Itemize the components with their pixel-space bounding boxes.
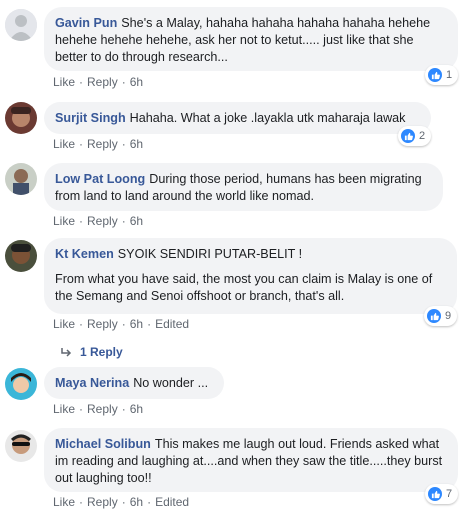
timestamp[interactable]: 6h [130, 495, 143, 509]
user-photo [5, 430, 37, 462]
reaction-number: 1 [446, 69, 453, 81]
comment-author[interactable]: Surjit Singh [55, 111, 126, 125]
reply-arrow-icon [61, 347, 72, 357]
comment-actions: Like · Reply · 6h [53, 75, 144, 89]
avatar[interactable] [5, 240, 37, 272]
edited-label[interactable]: Edited [155, 495, 189, 509]
reply-link[interactable]: Reply [87, 317, 118, 331]
comment-actions: Like · Reply · 6h [53, 402, 144, 416]
comment-actions: Like · Reply · 6h · Edited [53, 495, 190, 509]
user-photo [5, 102, 37, 134]
timestamp[interactable]: 6h [130, 317, 143, 331]
user-photo [5, 163, 37, 195]
view-replies-link[interactable]: 1 Reply [60, 345, 123, 359]
comment-bubble: Surjit Singh Hahaha. What a joke .layakla… [44, 102, 431, 134]
like-link[interactable]: Like [53, 137, 75, 151]
comment-actions: Like · Reply · 6h · Edited [53, 317, 190, 331]
comment-author[interactable]: Low Pat Loong [55, 172, 145, 186]
comment-author[interactable]: Kt Kemen [55, 247, 114, 261]
replies-count: 1 Reply [80, 345, 123, 359]
reply-link[interactable]: Reply [87, 75, 118, 89]
user-photo [5, 240, 37, 272]
comment-bubble: Low Pat Loong During those period, humans… [44, 163, 443, 211]
timestamp[interactable]: 6h [130, 75, 143, 89]
reply-link[interactable]: Reply [87, 137, 118, 151]
thumbs-up-icon [428, 487, 442, 501]
like-link[interactable]: Like [53, 402, 75, 416]
reaction-count[interactable]: 2 [398, 126, 432, 146]
avatar[interactable] [5, 9, 37, 41]
comment-text-paragraph: From what you have said, the most you ca… [55, 272, 433, 303]
avatar[interactable] [5, 368, 37, 400]
comment-bubble: Gavin Pun She's a Malay, hahaha hahaha ha… [44, 7, 458, 71]
comment-bubble: Maya Nerina No wonder ... [44, 367, 224, 399]
comment-actions: Like · Reply · 6h [53, 214, 144, 228]
like-link[interactable]: Like [53, 75, 75, 89]
comment-text: No wonder ... [133, 376, 209, 390]
comment-bubble: Michael Solibun This makes me laugh out l… [44, 428, 458, 492]
comment-author[interactable]: Gavin Pun [55, 16, 117, 30]
comment-actions: Like · Reply · 6h [53, 137, 144, 151]
user-photo [5, 368, 37, 400]
avatar[interactable] [5, 163, 37, 195]
comment-text: Hahaha. What a joke .layakla utk maharaj… [129, 111, 406, 125]
reaction-count[interactable]: 7 [425, 484, 459, 504]
avatar[interactable] [5, 430, 37, 462]
like-link[interactable]: Like [53, 214, 75, 228]
default-avatar-icon [5, 9, 37, 41]
like-link[interactable]: Like [53, 317, 75, 331]
timestamp[interactable]: 6h [130, 214, 143, 228]
like-link[interactable]: Like [53, 495, 75, 509]
reaction-number: 2 [419, 130, 426, 142]
thumbs-up-icon [401, 129, 415, 143]
reaction-number: 7 [446, 488, 453, 500]
comment-text: SYOIK SENDIRI PUTAR-BELIT ! [117, 247, 303, 261]
comment-bubble: Kt Kemen SYOIK SENDIRI PUTAR-BELIT ! From… [44, 238, 457, 314]
reply-link[interactable]: Reply [87, 214, 118, 228]
reply-link[interactable]: Reply [87, 402, 118, 416]
comment-author[interactable]: Maya Nerina [55, 376, 129, 390]
reaction-count[interactable]: 1 [425, 65, 459, 85]
comment-author[interactable]: Michael Solibun [55, 437, 151, 451]
reaction-count[interactable]: 9 [424, 306, 458, 326]
thumbs-up-icon [428, 68, 442, 82]
thumbs-up-icon [427, 309, 441, 323]
timestamp[interactable]: 6h [130, 402, 143, 416]
avatar[interactable] [5, 102, 37, 134]
edited-label[interactable]: Edited [155, 317, 189, 331]
timestamp[interactable]: 6h [130, 137, 143, 151]
reply-link[interactable]: Reply [87, 495, 118, 509]
reaction-number: 9 [445, 310, 452, 322]
